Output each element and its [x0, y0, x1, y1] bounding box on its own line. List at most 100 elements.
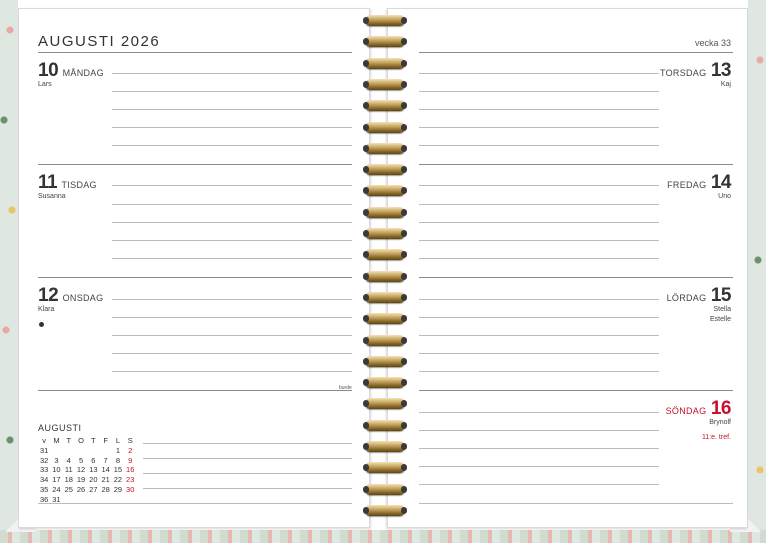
calendar-date	[63, 446, 75, 456]
calendar-date	[99, 446, 111, 456]
ring-coil	[365, 249, 405, 261]
calendar-date: 10	[52, 465, 61, 475]
writing-line[interactable]	[112, 222, 352, 223]
writing-line[interactable]	[419, 353, 659, 354]
writing-line[interactable]	[112, 145, 352, 146]
writing-line[interactable]	[112, 185, 352, 186]
calendar-date: 24	[52, 484, 61, 494]
day-block-saturday: LÖRDAG 15	[667, 285, 732, 307]
writing-line[interactable]	[112, 204, 352, 205]
writing-line[interactable]	[419, 127, 659, 128]
day-number: 10	[38, 60, 59, 81]
writing-line[interactable]	[112, 73, 352, 74]
day-name: TORSDAG	[659, 68, 707, 78]
day-divider	[419, 277, 733, 278]
writing-line[interactable]	[419, 145, 659, 146]
punch-hole	[401, 17, 407, 24]
day-number: 15	[710, 285, 732, 306]
writing-line[interactable]	[419, 317, 659, 318]
punch-hole	[363, 80, 369, 88]
writing-line[interactable]	[112, 109, 352, 110]
calendar-date: 25	[64, 484, 73, 494]
notes-line[interactable]	[143, 458, 352, 459]
ring-coil	[365, 313, 405, 325]
day-block-thursday: TORSDAG 13	[659, 60, 732, 82]
punch-hole	[363, 357, 369, 365]
mini-calendar-header: v	[42, 436, 47, 445]
writing-line[interactable]	[419, 466, 659, 467]
day-divider	[38, 277, 352, 278]
mini-calendar-header: O	[78, 436, 84, 445]
writing-line[interactable]	[112, 91, 352, 92]
notes-line[interactable]	[38, 503, 352, 504]
writing-line[interactable]	[419, 484, 659, 485]
writing-line[interactable]	[419, 448, 659, 449]
spiral-ring	[363, 483, 407, 495]
week-number: 33	[39, 465, 49, 475]
calendar-date: 4	[66, 455, 71, 465]
spiral-ring	[363, 377, 407, 389]
name-day: Susanna	[38, 193, 66, 200]
right-page: vecka 33 TORSDAG 13 Kaj FREDAG 14 Uno LÖ…	[387, 8, 748, 528]
day-name: MÅNDAG	[62, 68, 104, 78]
writing-line[interactable]	[112, 127, 352, 128]
writing-line[interactable]	[112, 258, 352, 259]
punch-hole	[363, 485, 369, 493]
writing-line[interactable]	[419, 430, 659, 431]
punch-hole	[401, 80, 407, 88]
spiral-ring	[363, 419, 407, 431]
writing-line[interactable]	[419, 185, 659, 186]
spiral-ring	[363, 355, 407, 367]
ring-coil	[365, 377, 405, 389]
writing-line[interactable]	[112, 353, 352, 354]
writing-line[interactable]	[419, 109, 659, 110]
day-number: 14	[710, 172, 732, 193]
spiral-ring	[363, 36, 407, 48]
notes-line[interactable]	[143, 488, 352, 489]
writing-line[interactable]	[419, 91, 659, 92]
new-moon-icon	[39, 322, 44, 327]
punch-hole	[363, 17, 369, 24]
writing-line[interactable]	[419, 335, 659, 336]
writing-line[interactable]	[419, 371, 659, 372]
writing-line[interactable]	[419, 503, 733, 504]
punch-hole	[363, 506, 369, 514]
notes-line[interactable]	[143, 473, 352, 474]
punch-hole	[363, 102, 369, 110]
calendar-date: 3	[54, 455, 59, 465]
punch-hole	[401, 336, 407, 344]
punch-hole	[401, 144, 407, 152]
punch-hole	[401, 443, 407, 450]
ring-coil	[365, 57, 405, 69]
punch-hole	[401, 166, 407, 174]
writing-line[interactable]	[112, 240, 352, 241]
ring-coil	[365, 36, 405, 48]
spiral-ring	[363, 291, 407, 303]
day-divider	[38, 164, 352, 165]
writing-line[interactable]	[419, 412, 659, 413]
writing-line[interactable]	[419, 222, 659, 223]
ring-coil	[365, 398, 405, 410]
spiral-ring	[363, 398, 407, 410]
notes-line[interactable]	[143, 443, 352, 444]
writing-line[interactable]	[112, 317, 352, 318]
name-day: Lars	[38, 81, 52, 88]
calendar-date: 8	[115, 455, 121, 465]
writing-line[interactable]	[419, 73, 659, 74]
writing-line[interactable]	[419, 204, 659, 205]
writing-line[interactable]	[112, 299, 352, 300]
calendar-date-sunday: 9	[128, 455, 133, 465]
day-name: ONSDAG	[62, 293, 104, 303]
day-block-monday: 10 MÅNDAG	[38, 60, 104, 82]
punch-hole	[401, 357, 407, 365]
punch-hole	[401, 230, 407, 237]
writing-line[interactable]	[112, 335, 352, 336]
name-day: Uno	[718, 193, 731, 200]
week-number: 32	[39, 455, 49, 465]
writing-line[interactable]	[112, 371, 352, 372]
writing-line[interactable]	[419, 240, 659, 241]
punch-hole	[401, 59, 407, 67]
writing-line[interactable]	[419, 258, 659, 259]
writing-line[interactable]	[419, 299, 659, 300]
calendar-date: 5	[78, 455, 84, 465]
